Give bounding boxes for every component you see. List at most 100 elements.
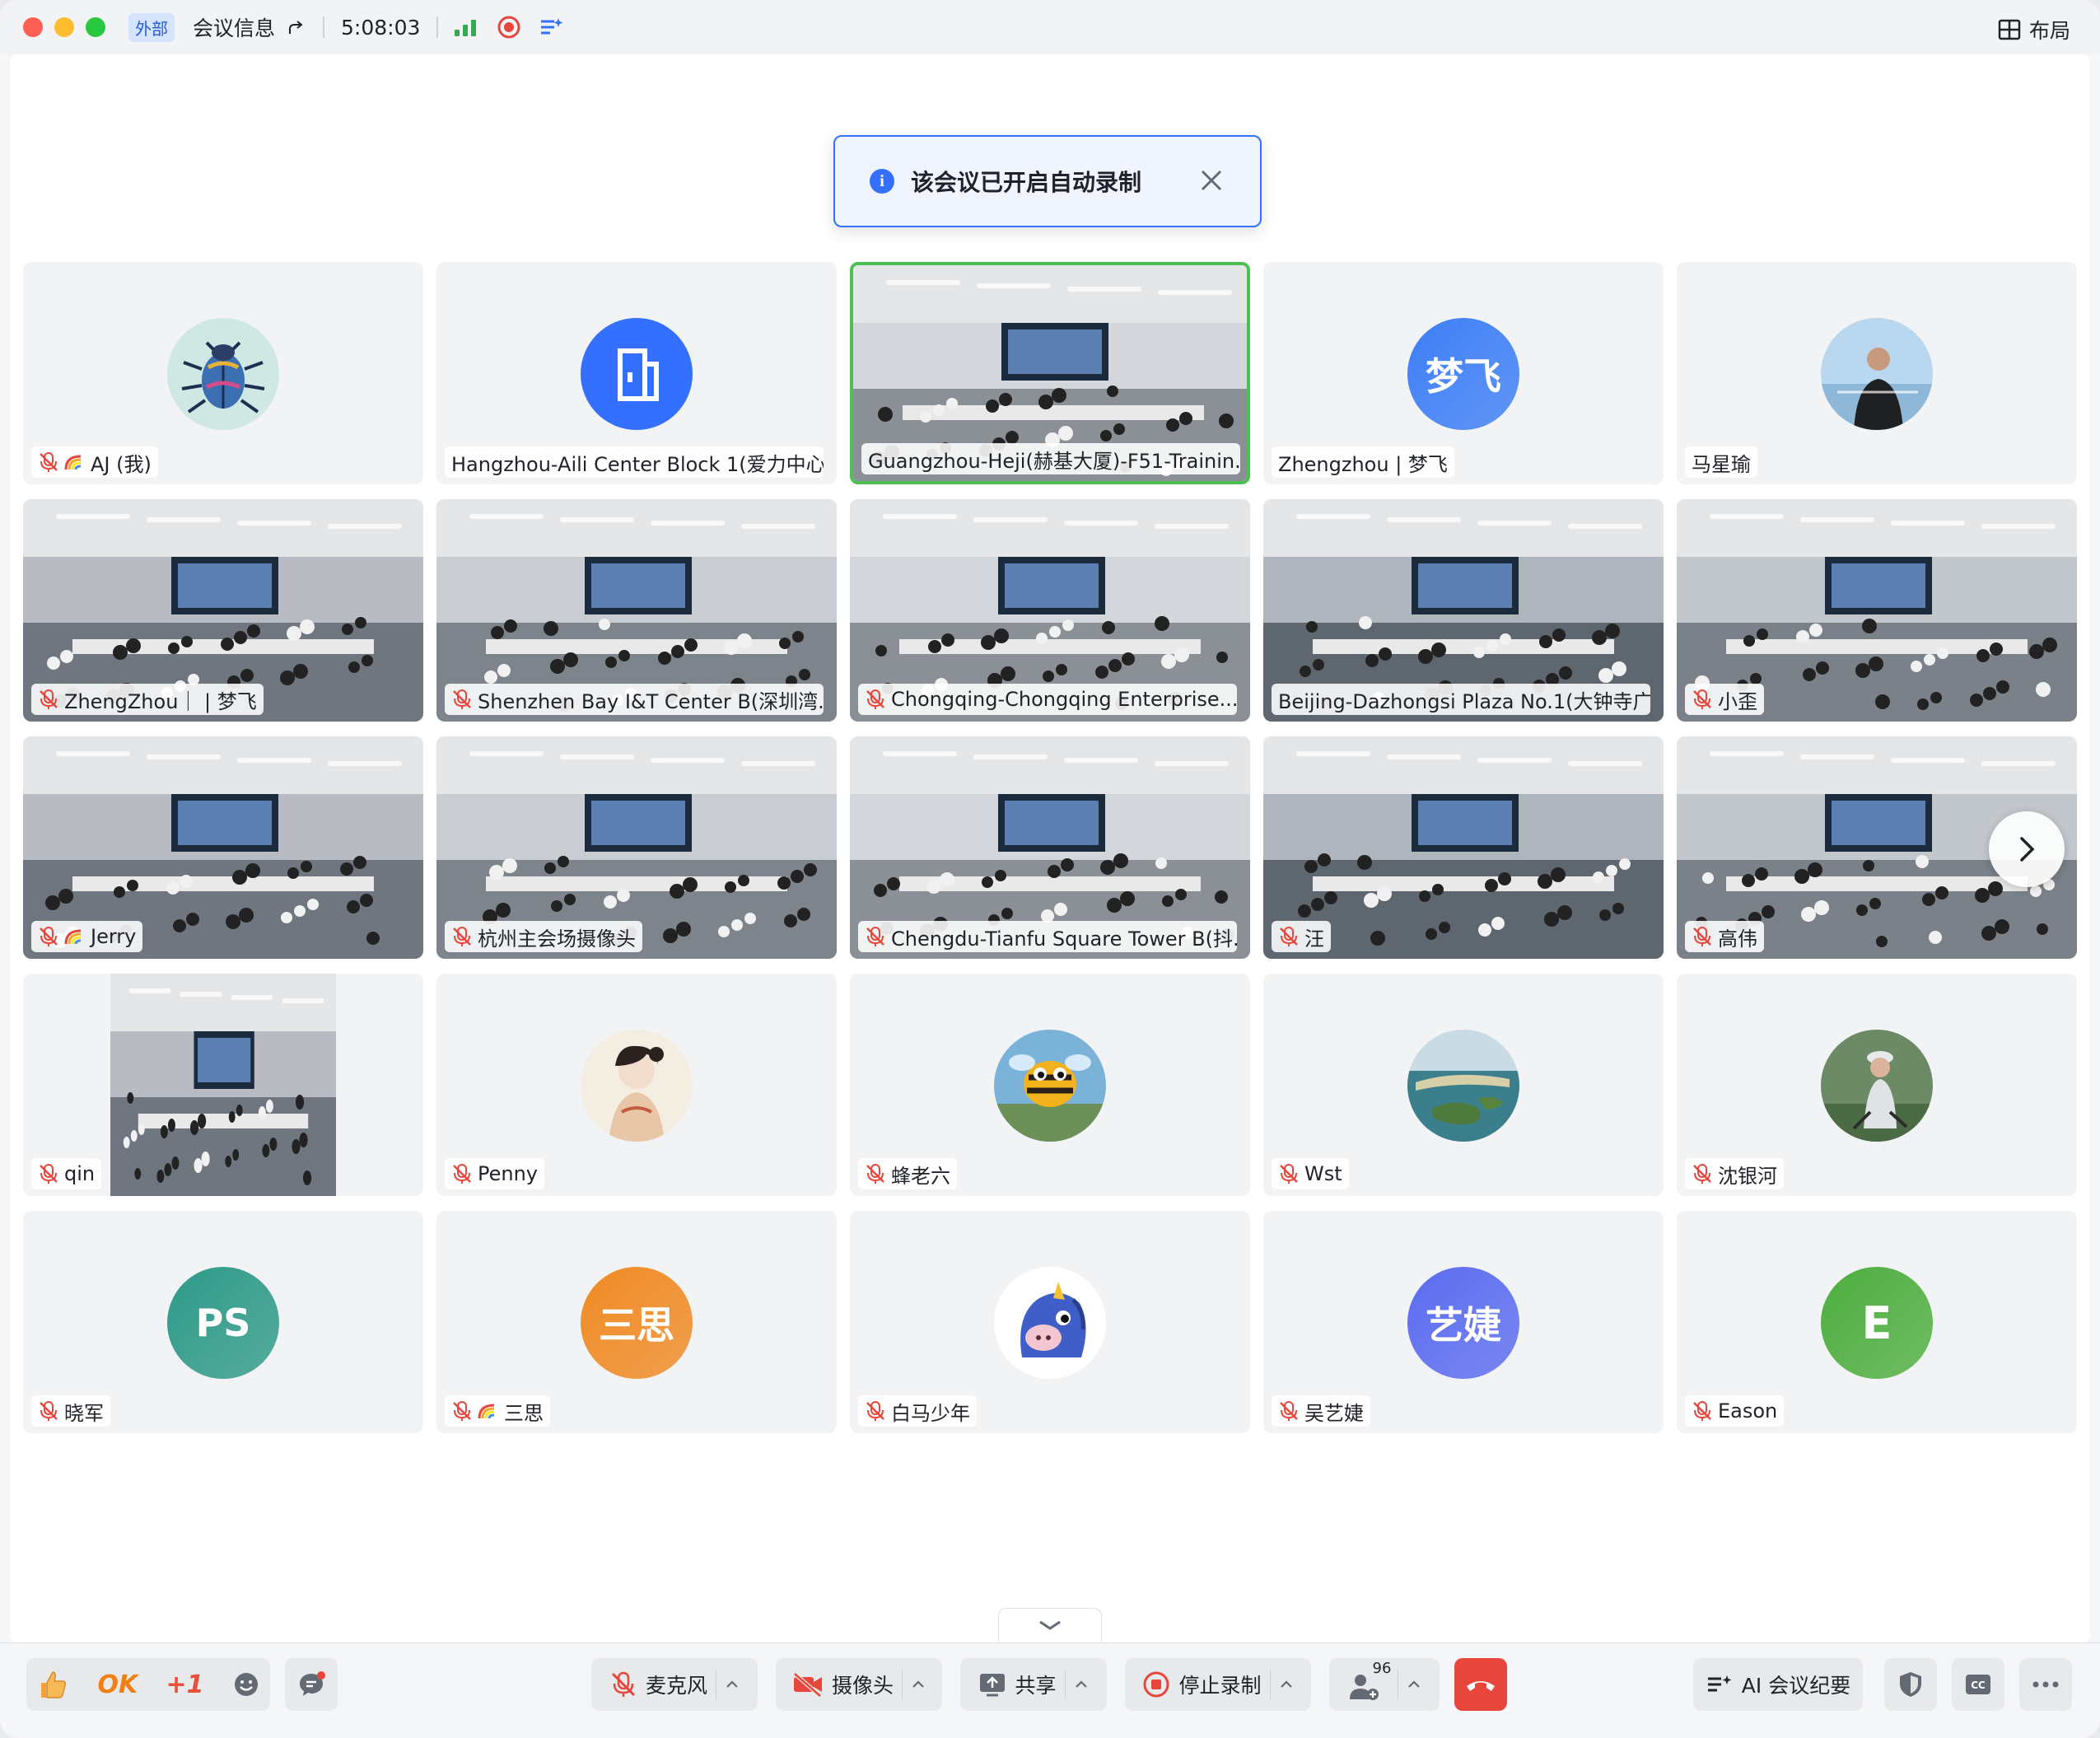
meeting-timer: 5:08:03: [341, 15, 421, 40]
leave-meeting-button[interactable]: [1454, 1658, 1507, 1711]
more-options-button[interactable]: [2019, 1658, 2072, 1711]
mic-muted-icon: [1280, 1401, 1298, 1421]
external-tag: 外部: [128, 12, 175, 42]
share-screen-icon[interactable]: [978, 1671, 1006, 1698]
participant-name: Jerry: [91, 925, 137, 948]
participant-tile[interactable]: Wst: [1263, 974, 1664, 1196]
participant-avatar: [167, 318, 279, 430]
participant-tile[interactable]: 三思 三思: [436, 1211, 837, 1433]
ai-notes-button[interactable]: AI 会议纪要: [1693, 1658, 1863, 1711]
participant-avatar: [1407, 1030, 1519, 1142]
network-signal-icon[interactable]: [455, 18, 477, 36]
participant-name: 三思: [504, 1401, 544, 1425]
participant-tile[interactable]: 小歪: [1677, 499, 2077, 722]
ok-reaction[interactable]: OK: [97, 1670, 138, 1699]
mic-muted-icon: [1280, 927, 1298, 946]
participant-tile[interactable]: Chongqing-Chongqing Enterprise...: [850, 499, 1250, 722]
participant-name: AJ (我): [91, 452, 152, 476]
participant-avatar: 梦飞: [1407, 318, 1519, 430]
thumbs-up-icon[interactable]: [36, 1668, 69, 1701]
captions-button[interactable]: CC: [1952, 1658, 2004, 1711]
mic-muted-icon: [40, 452, 58, 472]
participant-tile[interactable]: 艺婕 吴艺婕: [1263, 1211, 1664, 1433]
chevron-down-icon: [1039, 1620, 1061, 1630]
close-icon[interactable]: [1199, 168, 1224, 193]
plus-one-reaction[interactable]: +1: [166, 1670, 203, 1699]
chat-button[interactable]: [285, 1658, 338, 1711]
next-page-button[interactable]: [1989, 811, 2065, 887]
participant-tile[interactable]: 白马少年: [850, 1211, 1250, 1433]
participant-name: Hangzhou-Aili Center Block 1(爱力中心...: [451, 452, 824, 476]
participant-name: qin: [64, 1162, 96, 1185]
share-link-icon[interactable]: [287, 17, 306, 37]
participant-tile[interactable]: Hangzhou-Aili Center Block 1(爱力中心...: [436, 262, 837, 484]
participant-tile[interactable]: 沈银河: [1677, 974, 2077, 1196]
participant-tile[interactable]: Guangzhou-Heji(赫基大厦)-F51-Trainin...: [850, 262, 1250, 484]
participant-tile[interactable]: 马星瑜: [1677, 262, 2077, 484]
mic-label[interactable]: 麦克风: [646, 1670, 707, 1699]
camera-label[interactable]: 摄像头: [832, 1670, 894, 1699]
shield-icon: [1900, 1672, 1921, 1697]
chevron-up-icon[interactable]: [725, 1677, 740, 1692]
participant-avatar: [994, 1267, 1106, 1379]
meeting-toolbar: OK +1 麦克风 摄像头 共享 停止录制 96 AI 会议纪要 CC: [0, 1642, 2100, 1738]
recording-control: 停止录制: [1125, 1658, 1311, 1711]
mic-muted-icon: [453, 689, 471, 709]
participant-name-label: 吴艺婕: [1272, 1395, 1370, 1427]
stop-record-label[interactable]: 停止录制: [1178, 1670, 1261, 1699]
mic-muted-icon: [40, 1401, 58, 1421]
microphone-control: 麦克风: [591, 1658, 758, 1711]
participant-name-label: Eason: [1685, 1395, 1785, 1427]
participant-name: Wst: [1304, 1162, 1342, 1185]
rainbow-icon: [64, 929, 82, 945]
minimize-window-button[interactable]: [54, 17, 74, 37]
meeting-window: 外部 会议信息 5:08:03 布局 AJ (我) Hangzhou-Aili C…: [0, 0, 2100, 1738]
participant-tile[interactable]: AJ (我): [23, 262, 423, 484]
participant-tile[interactable]: Beijing-Dazhongsi Plaza No.1(大钟寺广...: [1263, 499, 1664, 722]
chevron-up-icon[interactable]: [1407, 1677, 1421, 1692]
security-button[interactable]: [1884, 1658, 1937, 1711]
collapse-toolbar-button[interactable]: [998, 1608, 1102, 1642]
participants-button[interactable]: 96: [1348, 1660, 1391, 1701]
participant-tile[interactable]: Chengdu-Tianfu Square Tower B(抖...: [850, 736, 1250, 959]
title-bar: 外部 会议信息 5:08:03 布局: [0, 0, 2100, 54]
participant-tile[interactable]: 汪: [1263, 736, 1664, 959]
participant-tile[interactable]: ZhengZhou｜ | 梦飞: [23, 499, 423, 722]
participant-tile[interactable]: E Eason: [1677, 1211, 2077, 1433]
participant-name-label: 白马少年: [858, 1395, 977, 1427]
recording-icon[interactable]: [497, 16, 520, 39]
participant-tile[interactable]: 蜂老六: [850, 974, 1250, 1196]
avatar-initials: 三思: [599, 1303, 674, 1348]
participant-name: 蜂老六: [891, 1164, 950, 1188]
meeting-info-button[interactable]: 会议信息: [193, 12, 275, 42]
share-label[interactable]: 共享: [1015, 1670, 1056, 1699]
layout-button[interactable]: 布局: [1998, 15, 2070, 44]
maximize-window-button[interactable]: [86, 17, 105, 37]
chevron-up-icon[interactable]: [911, 1677, 926, 1692]
participant-tile[interactable]: Shenzhen Bay I&T Center B(深圳湾...: [436, 499, 837, 722]
participant-tile[interactable]: 杭州主会场摄像头: [436, 736, 837, 959]
chevron-up-icon[interactable]: [1074, 1677, 1089, 1692]
chevron-up-icon[interactable]: [1279, 1677, 1294, 1692]
participant-tile[interactable]: 梦飞 Zhengzhou | 梦飞: [1263, 262, 1664, 484]
close-window-button[interactable]: [23, 17, 43, 37]
participant-name-label: Chengdu-Tianfu Square Tower B(抖...: [858, 921, 1237, 952]
stop-record-icon[interactable]: [1142, 1670, 1170, 1698]
mic-muted-icon: [40, 689, 58, 709]
participant-name-label: 三思: [445, 1395, 550, 1427]
emoji-icon[interactable]: [232, 1670, 260, 1698]
ai-notes-icon[interactable]: [539, 16, 565, 39]
participant-tile[interactable]: PS 晓军: [23, 1211, 423, 1433]
chat-icon: [300, 1671, 325, 1696]
camera-off-icon[interactable]: [792, 1672, 824, 1697]
participant-avatar: E: [1821, 1267, 1933, 1379]
participant-tile[interactable]: Jerry: [23, 736, 423, 959]
mic-muted-icon[interactable]: [609, 1670, 637, 1698]
mic-muted-icon: [866, 689, 884, 709]
participant-name: Chengdu-Tianfu Square Tower B(抖...: [891, 927, 1237, 951]
participant-name: Eason: [1718, 1399, 1778, 1423]
participant-name: Chongqing-Chongqing Enterprise...: [891, 688, 1237, 711]
participant-name-label: Wst: [1272, 1158, 1349, 1189]
participant-tile[interactable]: qin: [23, 974, 423, 1196]
participant-tile[interactable]: Penny: [436, 974, 837, 1196]
